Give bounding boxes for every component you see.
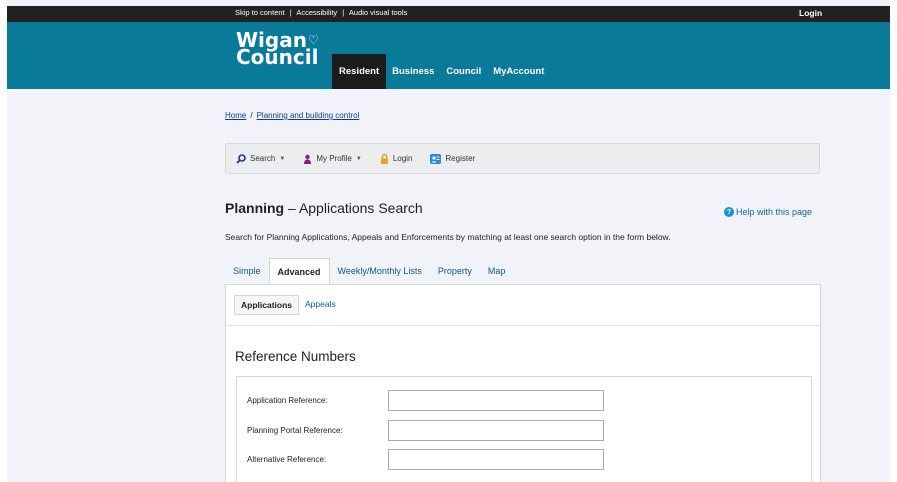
page-title: Planning – Applications Search [225, 200, 423, 216]
login-button[interactable]: Login [380, 153, 413, 164]
tab-property[interactable]: Property [430, 258, 480, 284]
logo-line-2: Council [236, 45, 319, 69]
skip-to-content-link[interactable]: Skip to content [235, 8, 285, 17]
divider [226, 325, 820, 326]
title-dash: – [288, 200, 296, 216]
nav-council[interactable]: Council [440, 54, 487, 89]
reference-numbers-heading: Reference Numbers [235, 349, 356, 364]
lock-icon [380, 153, 389, 164]
breadcrumb-separator: / [250, 111, 253, 120]
subtab-appeals[interactable]: Appeals [299, 295, 342, 315]
search-icon [236, 153, 246, 164]
subtab-applications[interactable]: Applications [234, 295, 300, 315]
help-label: Help with this page [736, 207, 813, 217]
site-header: Wigan♡ Council Resident Business Council… [7, 22, 890, 89]
wigan-council-logo[interactable]: Wigan♡ Council [236, 30, 319, 69]
title-rest: Applications Search [298, 200, 423, 216]
advanced-search-panel: Applications Appeals Reference Numbers A… [225, 284, 821, 482]
application-reference-input[interactable] [388, 390, 604, 411]
nav-resident[interactable]: Resident [332, 54, 387, 89]
accessibility-link[interactable]: Accessibility [296, 8, 337, 17]
reference-numbers-fieldset: Application Reference: Planning Portal R… [236, 376, 812, 482]
breadcrumb: Home / Planning and building control [225, 111, 359, 120]
my-profile-menu[interactable]: My Profile ▼ [303, 154, 362, 164]
help-link[interactable]: ? Help with this page [724, 207, 812, 217]
breadcrumb-planning[interactable]: Planning and building control [257, 111, 360, 120]
profile-icon [303, 154, 312, 164]
form-row: Planning Portal Reference: [247, 420, 604, 441]
utility-bar: Skip to content | Accessibility | Audio … [7, 6, 890, 22]
tab-simple[interactable]: Simple [225, 258, 269, 284]
tab-map[interactable]: Map [480, 258, 514, 284]
login-label: Login [392, 154, 413, 163]
top-login-link[interactable]: Login [799, 8, 822, 18]
subtabs: Applications Appeals [234, 295, 342, 315]
form-row: Application Reference: [247, 390, 604, 411]
tab-advanced[interactable]: Advanced [268, 258, 330, 284]
nav-business[interactable]: Business [386, 54, 440, 89]
chevron-down-icon: ▼ [279, 155, 286, 162]
audio-visual-tools-link[interactable]: Audio visual tools [349, 8, 407, 17]
search-menu-label: Search [250, 154, 276, 163]
utility-separator: | [289, 8, 292, 17]
breadcrumb-home[interactable]: Home [225, 111, 246, 120]
help-icon: ? [724, 207, 734, 217]
intro-text: Search for Planning Applications, Appeal… [225, 232, 671, 242]
planning-portal-reference-label: Planning Portal Reference: [247, 426, 343, 435]
my-profile-label: My Profile [316, 154, 352, 163]
user-toolbar: Search ▼ My Profile ▼ Login Register [225, 143, 820, 174]
alternative-reference-label: Alternative Reference: [247, 455, 327, 464]
utility-links: Skip to content | Accessibility | Audio … [235, 8, 407, 17]
register-label: Register [445, 154, 476, 163]
tab-weekly-monthly-lists[interactable]: Weekly/Monthly Lists [330, 258, 430, 284]
main-nav: Resident Business Council MyAccount [332, 54, 550, 89]
register-button[interactable]: Register [430, 153, 476, 164]
search-menu[interactable]: Search ▼ [236, 153, 286, 164]
planning-portal-reference-input[interactable] [388, 420, 604, 441]
alternative-reference-input[interactable] [388, 449, 604, 470]
utility-separator: | [342, 8, 345, 17]
title-bold: Planning [225, 200, 285, 216]
nav-myaccount[interactable]: MyAccount [487, 54, 550, 89]
search-tabs: Simple Advanced Weekly/Monthly Lists Pro… [225, 258, 513, 284]
register-icon [430, 153, 442, 164]
form-row: Alternative Reference: [247, 449, 604, 470]
application-reference-label: Application Reference: [247, 396, 328, 405]
chevron-down-icon: ▼ [355, 155, 362, 162]
